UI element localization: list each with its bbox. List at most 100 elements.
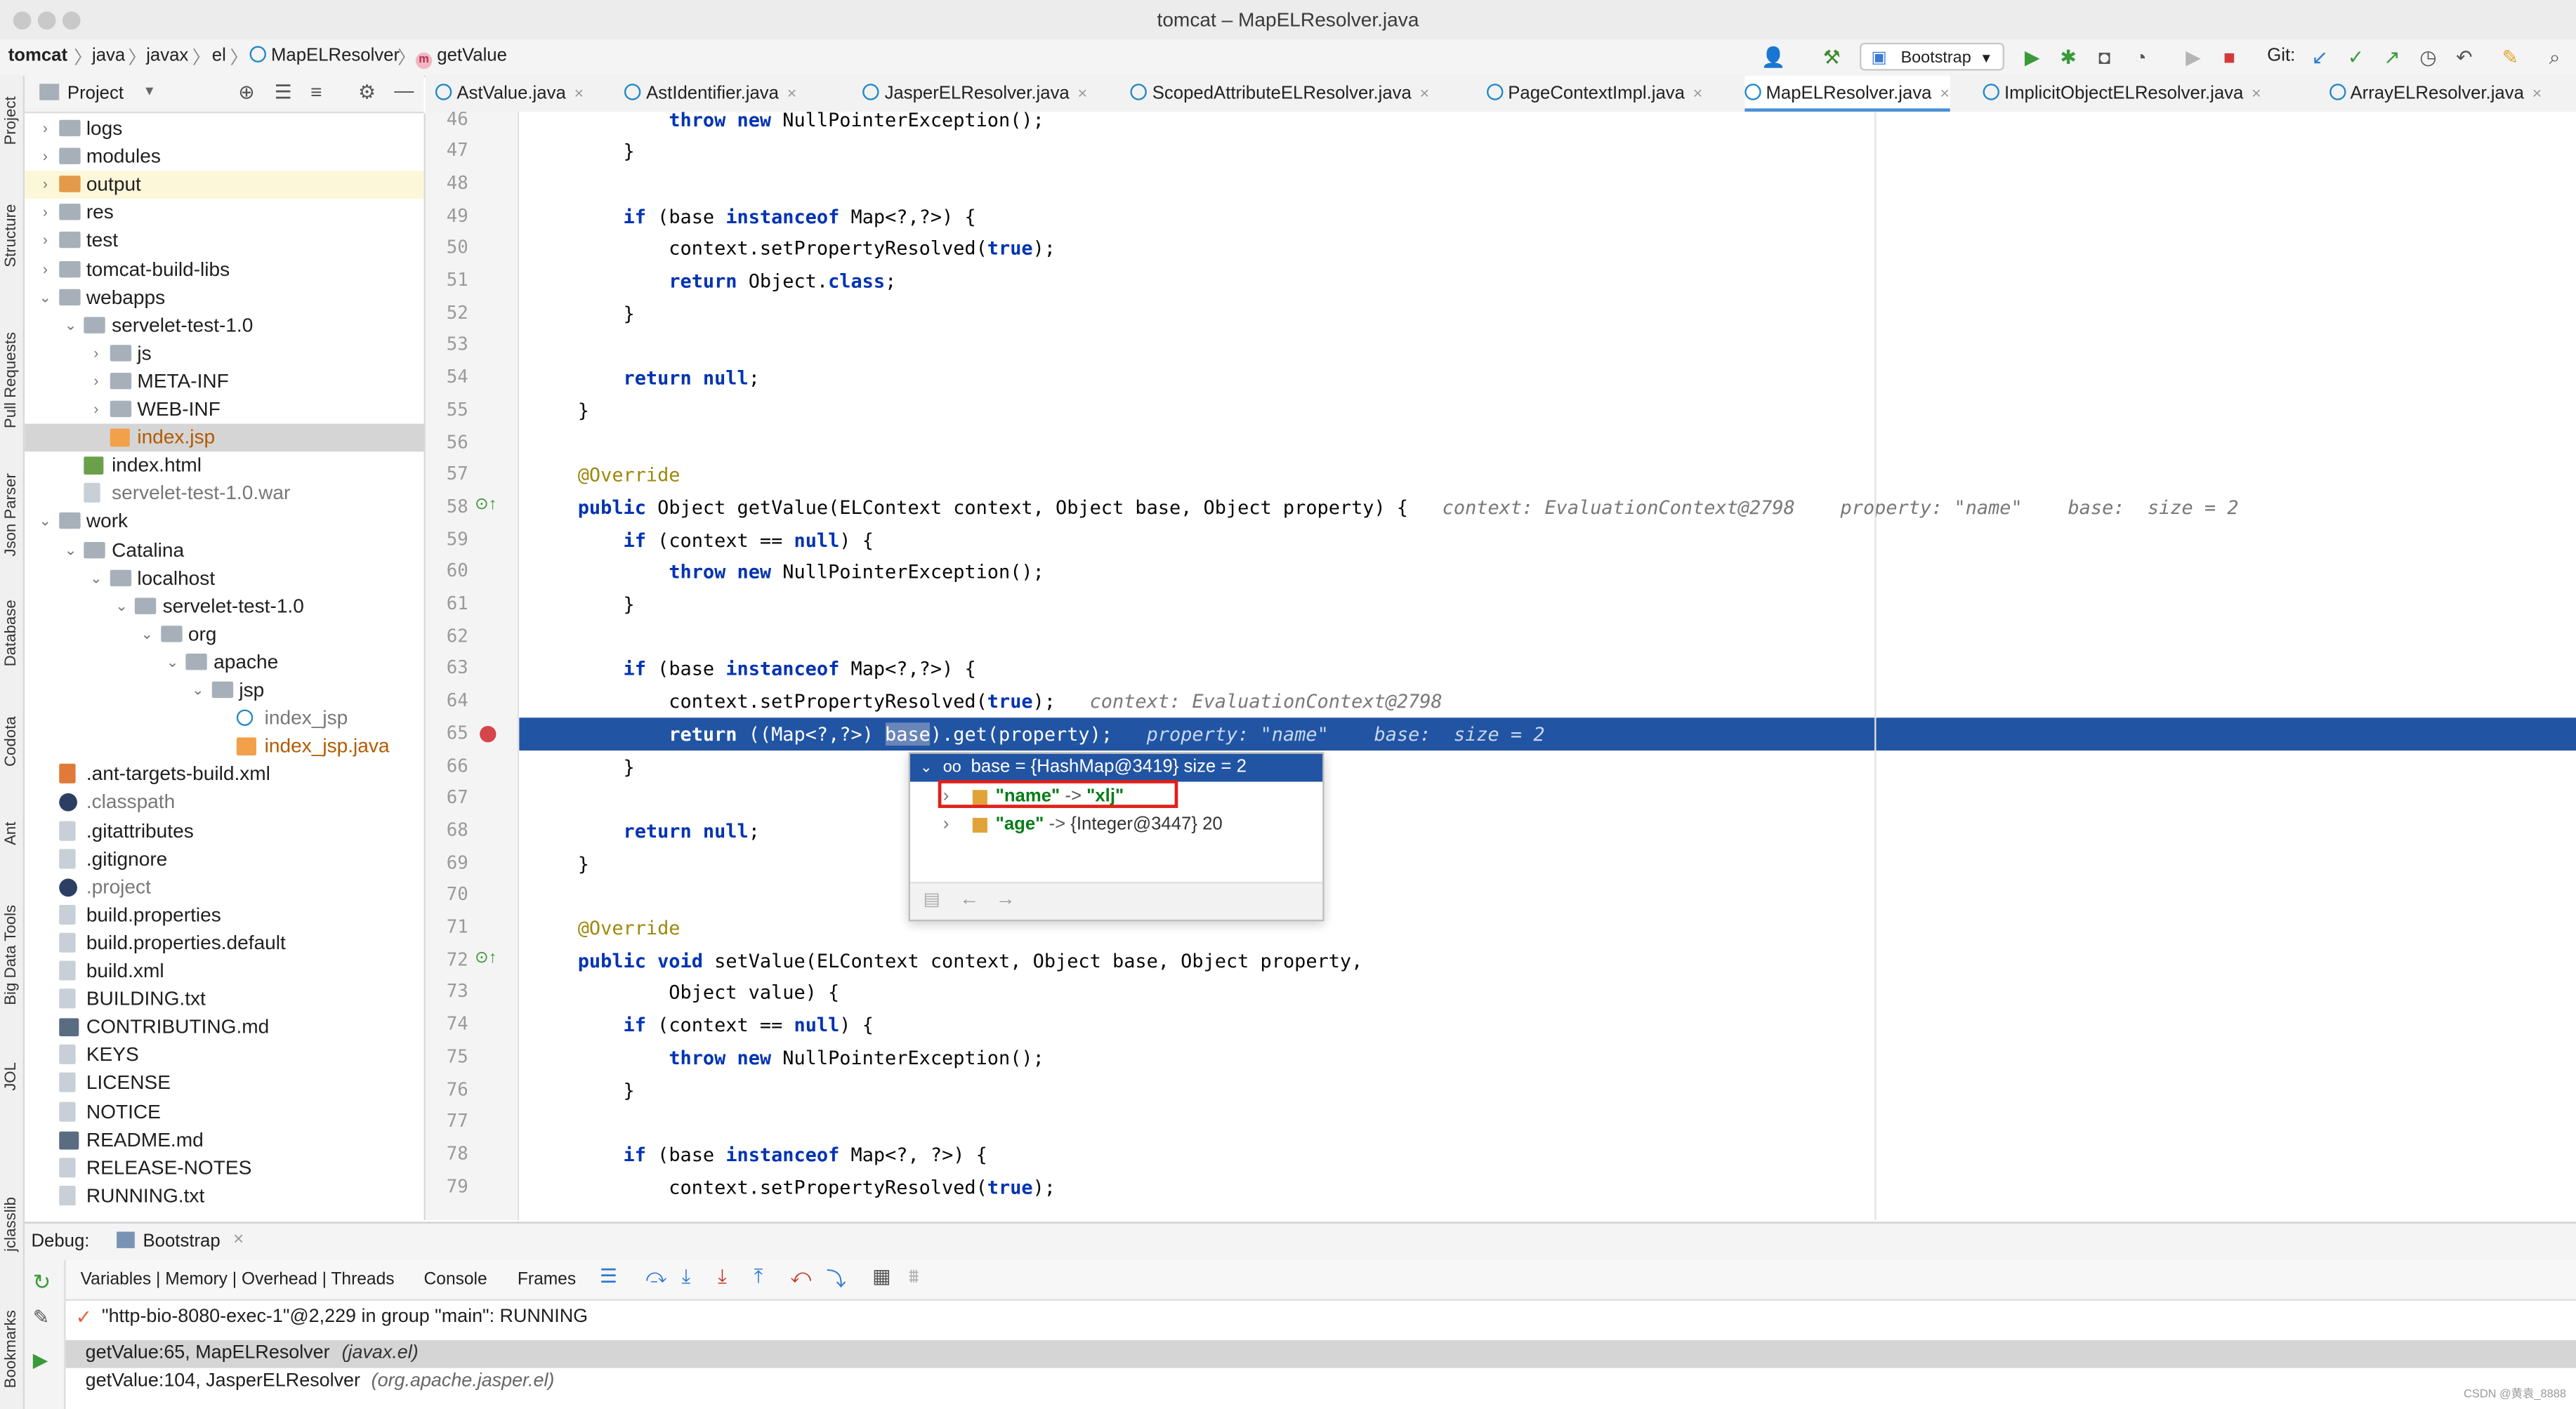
code-line[interactable]: if (context == null) {	[519, 523, 2576, 556]
breadcrumb-javax[interactable]: javax	[146, 46, 188, 66]
chevron-down-icon[interactable]: ⌄	[164, 649, 180, 677]
tree-item[interactable]: ⌄ work	[25, 508, 423, 536]
tree-item[interactable]: ⌄ webapps	[25, 284, 423, 312]
code-line[interactable]	[519, 879, 2576, 912]
tree-item[interactable]: › modules	[25, 143, 423, 171]
chevron-right-icon[interactable]: ›	[37, 171, 53, 199]
coverage-icon[interactable]: ◘	[2093, 46, 2116, 70]
line-number[interactable]: 60	[426, 560, 468, 581]
line-number[interactable]: 50	[426, 237, 468, 258]
code-line[interactable]: }	[519, 135, 2576, 168]
git-update-icon[interactable]: ↙	[2308, 46, 2332, 70]
step-out-icon[interactable]: ⤒	[754, 1264, 763, 1289]
run-to-cursor-icon[interactable]: ⤵	[827, 1264, 846, 1292]
tab-file[interactable]: ScopedAttributeELResolver.java ×	[1131, 76, 1429, 112]
tree-item[interactable]: BUILDING.txt	[25, 986, 423, 1014]
run-configuration-select[interactable]: ▣ Bootstrap ▼	[1860, 42, 2004, 71]
tree-item[interactable]: ⌄ localhost	[25, 564, 423, 593]
git-push-icon[interactable]: ↗	[2381, 46, 2404, 70]
close-icon[interactable]: ×	[233, 1230, 244, 1250]
chevron-right-icon[interactable]: ›	[88, 340, 104, 368]
code-line[interactable]: }	[519, 297, 2576, 330]
line-number[interactable]: 49	[426, 204, 468, 225]
tool-json-parser[interactable]: Json Parser	[3, 454, 21, 576]
tool-pull-requests[interactable]: Pull Requests	[3, 319, 21, 441]
tree-item[interactable]: .classpath	[25, 789, 423, 817]
breadcrumb-java[interactable]: java	[92, 46, 125, 66]
line-number[interactable]: 77	[426, 1111, 468, 1132]
tree-item[interactable]: .ant-targets-build.xml	[25, 761, 423, 789]
map-entry-row[interactable]: › "age" -> {Integer@3447} 20	[910, 812, 1322, 840]
expand-all-icon[interactable]: ☰	[275, 81, 292, 104]
close-icon[interactable]: ×	[1420, 86, 1430, 104]
code-line[interactable]: if (base instanceof Map<?,?>) {	[519, 199, 2576, 232]
git-history-icon[interactable]: ◷	[2417, 46, 2440, 70]
chevron-right-icon[interactable]: ›	[37, 115, 53, 143]
search-everywhere-icon[interactable]: ⌕	[2543, 46, 2566, 70]
tree-item[interactable]: build.properties	[25, 901, 423, 930]
line-number[interactable]: 59	[426, 528, 468, 549]
line-number[interactable]: 54	[426, 366, 468, 388]
run-icon[interactable]: ▶	[2020, 46, 2044, 70]
profile-icon[interactable]: ◔	[2129, 46, 2153, 70]
override-marker-icon[interactable]: ⊙↑	[475, 948, 497, 967]
chevron-down-icon[interactable]: ⌄	[190, 677, 206, 705]
tree-item[interactable]: › tomcat-build-libs	[25, 256, 423, 284]
chevron-down-icon[interactable]: ⌄	[37, 508, 53, 536]
tab-file[interactable]: ArrayELResolver.java ×	[2329, 76, 2542, 112]
code-line[interactable]: throw new NullPointerException();	[519, 112, 2576, 135]
override-marker-icon[interactable]: ⊙↑	[475, 496, 497, 514]
gear-icon[interactable]: ⚙	[358, 81, 376, 104]
tree-item[interactable]: CONTRIBUTING.md	[25, 1014, 423, 1042]
tree-item[interactable]: › test	[25, 227, 423, 256]
tree-item[interactable]: › res	[25, 199, 423, 227]
tree-item[interactable]: ⌄ org	[25, 621, 423, 649]
close-icon[interactable]: ×	[2252, 86, 2261, 104]
tab-file[interactable]: AstIdentifier.java ×	[624, 76, 797, 112]
code-line[interactable]: @Override	[519, 458, 2576, 491]
line-number[interactable]: 72	[426, 948, 468, 970]
wrench-icon[interactable]: ✎	[33, 1306, 50, 1329]
code-line[interactable]	[519, 167, 2576, 200]
line-number[interactable]: 46	[426, 112, 468, 129]
code-line[interactable]: @Override	[519, 911, 2576, 944]
line-number[interactable]: 79	[426, 1175, 468, 1196]
tool-ant[interactable]: Ant	[3, 773, 21, 894]
tree-item[interactable]: ⌄ apache	[25, 649, 423, 677]
line-number[interactable]: 66	[426, 755, 468, 776]
chevron-right-icon[interactable]: ›	[88, 396, 104, 424]
code-line[interactable]	[519, 621, 2576, 654]
tree-item[interactable]: index.jsp	[25, 423, 424, 452]
code-line[interactable]: }	[519, 394, 2576, 427]
tab-console[interactable]: Console	[424, 1269, 487, 1289]
tree-item[interactable]: LICENSE	[25, 1070, 423, 1098]
line-number[interactable]: 73	[426, 981, 468, 1002]
line-number[interactable]: 48	[426, 172, 468, 193]
breakpoint-icon[interactable]	[480, 725, 497, 742]
chevron-down-icon[interactable]: ⌄	[920, 754, 933, 782]
chevron-down-icon[interactable]: ▼	[143, 84, 157, 98]
line-number[interactable]: 51	[426, 270, 468, 291]
tree-item[interactable]: ⌄ servelet-test-1.0	[25, 312, 423, 340]
line-number[interactable]: 58	[426, 496, 468, 517]
chevron-right-icon[interactable]: ›	[943, 812, 949, 840]
line-number[interactable]: 75	[426, 1046, 468, 1067]
line-number[interactable]: 63	[426, 658, 468, 679]
thread-row[interactable]: ✓ "http-bio-8080-exec-1"@2,229 in group …	[66, 1304, 2576, 1332]
line-number[interactable]: 65	[426, 722, 468, 743]
code-line[interactable]: }	[519, 1073, 2576, 1106]
line-number[interactable]: 70	[426, 884, 468, 905]
code-line[interactable]	[519, 329, 2576, 362]
tool-big-data-tools[interactable]: Big Data Tools	[3, 894, 21, 1016]
chevron-right-icon[interactable]: ›	[37, 199, 53, 227]
close-icon[interactable]: ×	[1077, 86, 1087, 104]
code-line[interactable]: if (context == null) {	[519, 1009, 2576, 1042]
close-icon[interactable]: ×	[787, 86, 797, 104]
tab-file[interactable]: AstValue.java ×	[435, 76, 584, 112]
threads-list-icon[interactable]: ☰	[600, 1264, 617, 1288]
rerun-icon[interactable]: ↻	[33, 1269, 51, 1295]
line-number[interactable]: 71	[426, 916, 468, 937]
code-line[interactable]: context.setPropertyResolved(true);	[519, 1170, 2576, 1203]
line-number[interactable]: 62	[426, 626, 468, 647]
line-number[interactable]: 53	[426, 334, 468, 355]
